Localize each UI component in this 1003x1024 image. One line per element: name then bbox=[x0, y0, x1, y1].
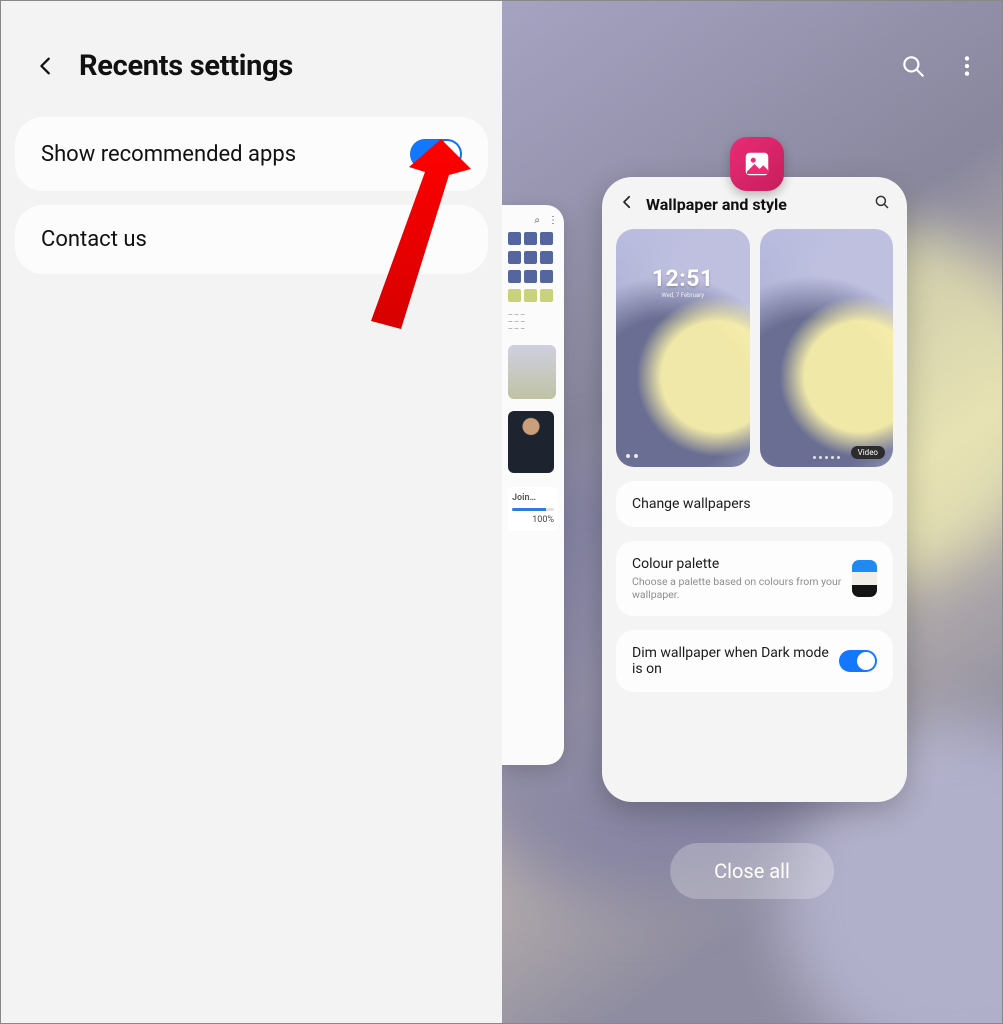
palette-chip-icon bbox=[852, 560, 877, 597]
card-title: Wallpaper and style bbox=[646, 195, 863, 214]
block-label: Dim wallpaper when Dark mode is on bbox=[632, 645, 832, 677]
search-icon[interactable] bbox=[900, 53, 926, 79]
dim-toggle[interactable] bbox=[839, 650, 877, 672]
preview-date: Wed, 7 February bbox=[616, 292, 750, 299]
wallpaper-previews: 12:51 Wed, 7 February Video bbox=[616, 229, 893, 467]
more-icon[interactable] bbox=[954, 53, 980, 79]
dim-wallpaper-setting[interactable]: Dim wallpaper when Dark mode is on bbox=[616, 630, 893, 692]
block-subtitle: Choose a palette based on colours from y… bbox=[632, 575, 852, 601]
setting-label: Contact us bbox=[41, 227, 147, 252]
back-icon[interactable] bbox=[618, 193, 636, 215]
setting-contact-us[interactable]: Contact us bbox=[15, 205, 488, 274]
setting-label: Show recommended apps bbox=[41, 142, 296, 167]
home-screen-preview[interactable]: Video bbox=[760, 229, 894, 467]
download-label: Join… bbox=[512, 493, 554, 503]
setting-show-recommended[interactable]: Show recommended apps bbox=[15, 117, 488, 191]
video-badge: Video bbox=[851, 446, 885, 459]
recents-topbar bbox=[900, 53, 980, 79]
recent-card-wallpaper[interactable]: Wallpaper and style 12:51 Wed, 7 Februar… bbox=[602, 177, 907, 802]
header: Recents settings bbox=[1, 1, 502, 117]
download-percent: 100% bbox=[512, 515, 554, 525]
preview-clock: 12:51 bbox=[616, 265, 750, 292]
recents-settings-panel: Recents settings Show recommended apps C… bbox=[1, 1, 502, 1023]
card-header: Wallpaper and style bbox=[616, 191, 893, 223]
colour-palette-button[interactable]: Colour palette Choose a palette based on… bbox=[616, 541, 893, 616]
back-icon[interactable] bbox=[35, 55, 57, 77]
show-recommended-toggle[interactable] bbox=[410, 139, 462, 169]
block-title: Colour palette bbox=[632, 556, 852, 572]
lock-screen-preview[interactable]: 12:51 Wed, 7 February bbox=[616, 229, 750, 467]
recent-app-icon[interactable] bbox=[730, 137, 784, 191]
block-label: Change wallpapers bbox=[632, 496, 751, 512]
recent-card-prev[interactable]: ⌕⋮ — — —— — —— — — Join… 100% bbox=[502, 205, 564, 765]
search-icon[interactable] bbox=[873, 193, 891, 215]
change-wallpapers-button[interactable]: Change wallpapers bbox=[616, 481, 893, 527]
toggle-knob bbox=[434, 141, 460, 167]
close-all-button[interactable]: Close all bbox=[670, 843, 834, 899]
recents-screen: ⌕⋮ — — —— — —— — — Join… 100% Wallpaper … bbox=[502, 1, 1002, 1023]
page-title: Recents settings bbox=[79, 49, 293, 83]
